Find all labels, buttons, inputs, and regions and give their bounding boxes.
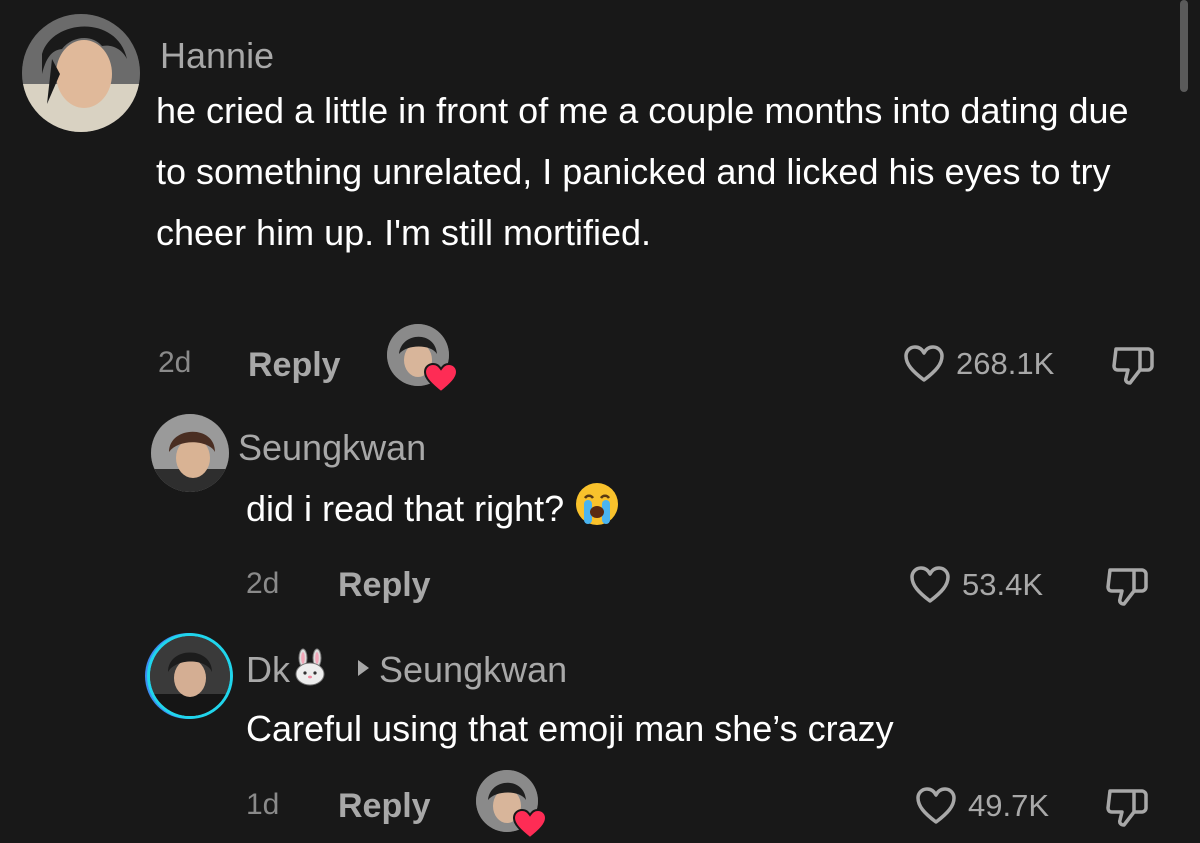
like-button[interactable]: 53.4K: [908, 565, 1043, 605]
avatar-hannie[interactable]: [22, 14, 140, 132]
liked-by-creator-badge: [387, 324, 459, 394]
heart-icon: [423, 362, 459, 394]
comment-username[interactable]: Dk: [246, 649, 290, 690]
avatar-seungkwan[interactable]: [151, 414, 229, 492]
reply-button[interactable]: Reply: [338, 566, 431, 604]
thumbs-down-icon: [1106, 789, 1148, 827]
like-count: 49.7K: [968, 788, 1050, 823]
comment-username-row: Dk Seungkwan: [246, 648, 567, 694]
reply-arrow-icon: [358, 660, 369, 676]
loudly-crying-face-icon: [574, 481, 620, 545]
comment-timestamp: 2d: [246, 567, 280, 600]
comment-text: did i read that right?: [246, 478, 1146, 545]
thumbs-down-icon: [1112, 347, 1154, 385]
like-count: 53.4K: [962, 567, 1044, 602]
comment-username[interactable]: Hannie: [160, 36, 274, 76]
comment-timestamp: 2d: [158, 346, 192, 379]
reply-to-username[interactable]: Seungkwan: [379, 649, 567, 690]
reply-button[interactable]: Reply: [338, 787, 431, 825]
dislike-button[interactable]: [1104, 786, 1150, 833]
scrollbar[interactable]: [1180, 0, 1188, 92]
dislike-button[interactable]: [1104, 565, 1150, 612]
avatar-dk[interactable]: [150, 636, 230, 716]
comment-username[interactable]: Seungkwan: [238, 428, 426, 468]
thumbs-down-icon: [1106, 568, 1148, 606]
liked-by-creator-badge: [476, 770, 548, 840]
like-count: 268.1K: [956, 346, 1055, 381]
heart-outline-icon: [904, 345, 944, 382]
rabbit-face-icon: [292, 648, 328, 694]
comment-text: he cried a little in front of me a coupl…: [156, 90, 1129, 253]
heart-icon: [512, 808, 548, 840]
comment-text-content: did i read that right?: [246, 488, 565, 529]
heart-outline-icon: [916, 787, 956, 824]
heart-outline-icon: [910, 566, 950, 603]
dislike-button[interactable]: [1110, 344, 1156, 391]
reply-button[interactable]: Reply: [248, 346, 341, 384]
comment-text: Careful using that emoji man she’s crazy: [246, 708, 894, 749]
like-button[interactable]: 268.1K: [902, 344, 1054, 384]
comment-timestamp: 1d: [246, 788, 280, 821]
like-button[interactable]: 49.7K: [914, 786, 1049, 826]
